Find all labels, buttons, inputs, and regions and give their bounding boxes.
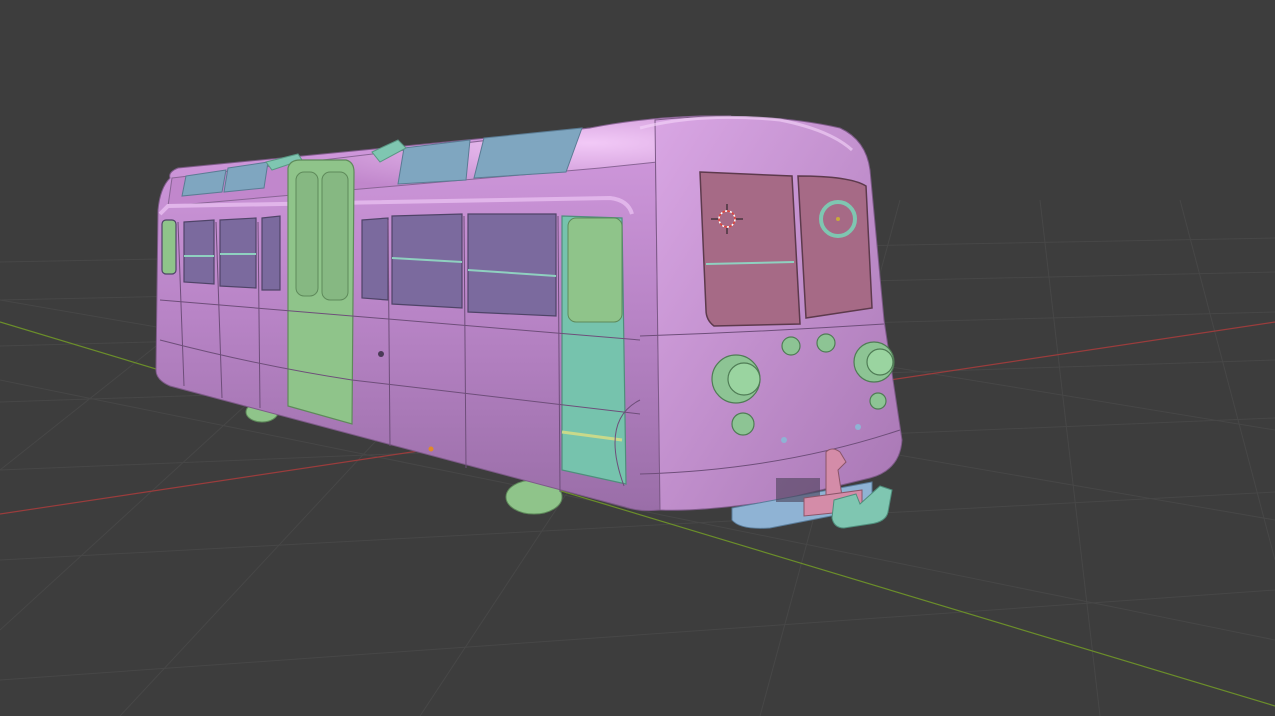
small-bolt-left bbox=[781, 437, 787, 443]
middle-door-window-left bbox=[295, 171, 319, 297]
viewport-canvas[interactable] bbox=[0, 0, 1275, 716]
tram-model[interactable] bbox=[155, 115, 903, 529]
3d-viewport[interactable] bbox=[0, 0, 1275, 716]
front-side-door-window bbox=[567, 217, 623, 323]
cab-window-right bbox=[797, 175, 873, 319]
door-handle bbox=[378, 351, 384, 357]
middle-door-window-right bbox=[321, 171, 349, 301]
side-marker-light bbox=[428, 446, 434, 452]
route-sign-dot bbox=[836, 217, 840, 221]
cab-window-left bbox=[699, 171, 801, 327]
small-bolt-right bbox=[855, 424, 861, 430]
